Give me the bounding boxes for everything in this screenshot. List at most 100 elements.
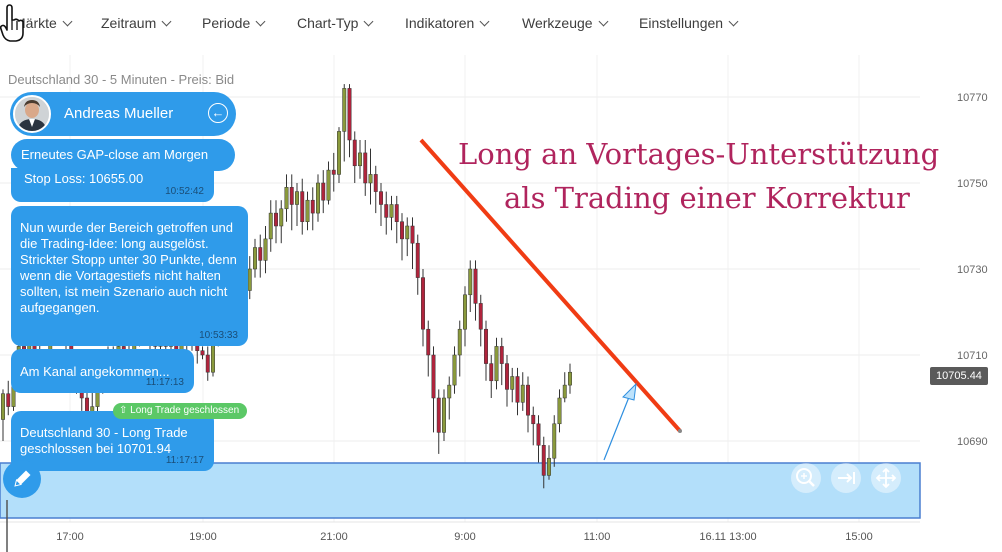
candle-body xyxy=(536,423,541,446)
chevron-down-icon xyxy=(161,16,172,27)
candle-body xyxy=(494,346,499,382)
candle-body xyxy=(253,247,257,270)
candle-body xyxy=(295,191,299,205)
candle-body xyxy=(410,225,415,244)
zoom-in-button[interactable] xyxy=(791,463,821,493)
menu-werkzeuge[interactable]: Werkzeuge xyxy=(522,15,609,31)
candle-body xyxy=(515,376,520,403)
chat-user-header[interactable]: Andreas Mueller ← xyxy=(10,92,236,136)
candle-body xyxy=(358,152,362,167)
candle-body xyxy=(279,208,284,227)
candle-body xyxy=(568,371,572,386)
menu-periode-label: Periode xyxy=(202,15,251,31)
menu-chart-typ[interactable]: Chart-Typ xyxy=(297,15,374,31)
chart-annotation: Long an Vortages-Unterstützung als Tradi… xyxy=(458,132,998,220)
candle-body xyxy=(415,242,420,278)
edit-button[interactable] xyxy=(3,460,41,498)
candle-body xyxy=(478,303,483,330)
candle-body xyxy=(305,199,310,222)
trendline-end-handle[interactable] xyxy=(678,429,682,433)
candle-body xyxy=(531,414,536,425)
candle-body xyxy=(442,397,446,433)
time-tick-label: 19:00 xyxy=(189,531,217,543)
candle-body xyxy=(263,238,268,261)
time-axis: 17:00 19:00 21:00 9:00 11:00 16.11 13:00 15:00 xyxy=(56,531,873,543)
arrow-right-end-icon xyxy=(838,472,855,484)
chevron-down-icon xyxy=(255,16,266,27)
candle-body xyxy=(331,169,336,175)
annotation-line-2: als Trading einer Korrektur xyxy=(504,181,910,215)
candle-body xyxy=(337,131,341,175)
candle-body xyxy=(211,341,215,373)
menu-zeitraum[interactable]: Zeitraum xyxy=(101,15,172,31)
candle-body xyxy=(541,445,546,476)
move-icon xyxy=(875,467,897,489)
pencil-icon xyxy=(14,470,31,487)
candle-body xyxy=(326,169,331,201)
time-tick-label: 16.11 13:00 xyxy=(699,531,756,543)
menu-bar: Märkte Zeitraum Periode Chart-Typ Indika… xyxy=(0,0,1002,48)
candle-body xyxy=(457,328,462,356)
candle-body xyxy=(373,174,378,192)
menu-indikatoren[interactable]: Indikatoren xyxy=(405,15,490,31)
scroll-to-end-button[interactable] xyxy=(831,463,861,493)
chat-message: Nun wurde der Bereich getroffen und die … xyxy=(11,206,248,346)
candle-body xyxy=(526,384,530,416)
menu-periode[interactable]: Periode xyxy=(202,15,266,31)
chevron-down-icon xyxy=(598,16,609,27)
chat-message: Erneutes GAP-close am Morgen xyxy=(11,139,235,171)
long-entry-arrowhead xyxy=(622,382,637,401)
avatar xyxy=(13,95,51,133)
time-tick-label: 17:00 xyxy=(56,531,84,543)
candle-body xyxy=(6,393,11,407)
candle-body xyxy=(468,268,473,296)
hand-cursor-icon xyxy=(0,4,26,49)
candle-body xyxy=(284,187,289,210)
candle-body xyxy=(557,397,562,425)
candle-body xyxy=(352,139,357,167)
candle-body xyxy=(473,268,478,304)
candle-body xyxy=(205,354,210,373)
long-entry-arrow xyxy=(603,391,632,461)
candle-body xyxy=(463,294,467,330)
candle-body xyxy=(321,182,326,201)
menu-einstellungen[interactable]: Einstellungen xyxy=(639,15,739,31)
chat-message-time: 11:17:17 xyxy=(165,455,204,466)
candle-body xyxy=(547,457,551,476)
back-arrow-icon[interactable]: ← xyxy=(208,103,228,123)
candle-body xyxy=(1,393,5,420)
chevron-down-icon xyxy=(364,16,374,27)
chat-message: Deutschland 30 - Long Trade geschlossen … xyxy=(11,411,214,471)
candle-body xyxy=(520,384,525,403)
menu-chart-typ-label: Chart-Typ xyxy=(297,15,359,31)
time-tick-label: 9:00 xyxy=(454,531,475,543)
chat-message-text: Stop Loss: 10655.00 xyxy=(24,171,144,186)
menu-werkzeuge-label: Werkzeuge xyxy=(522,15,593,31)
price-tick-label: 10690 xyxy=(957,436,988,448)
candle-body xyxy=(342,88,347,132)
support-zone xyxy=(0,462,921,519)
candle-body xyxy=(310,199,315,214)
status-badge: ⇧ Long Trade geschlossen xyxy=(113,403,248,419)
candle-body xyxy=(421,277,425,330)
chat-message-text: Erneutes GAP-close am Morgen xyxy=(21,147,209,162)
chart-title: Deutschland 30 - 5 Minuten - Preis: Bid xyxy=(8,72,235,87)
chevron-down-icon xyxy=(479,16,490,27)
chat-message: Am Kanal angekommen... 11:17:13 xyxy=(11,349,194,393)
candle-body xyxy=(274,212,278,227)
candle-body xyxy=(384,204,389,218)
candle-body xyxy=(505,363,509,390)
menu-einstellungen-label: Einstellungen xyxy=(639,15,724,31)
time-tick-label: 15:00 xyxy=(845,531,873,543)
time-tick-label: 21:00 xyxy=(320,531,348,543)
chat-message: Stop Loss: 10655.00 10:52:42 xyxy=(11,168,214,202)
candle-body xyxy=(431,354,436,399)
candle-body xyxy=(300,191,305,222)
pan-button[interactable] xyxy=(871,463,901,493)
candle-body xyxy=(200,350,205,356)
current-price-label: 10705.44 xyxy=(930,367,988,385)
candle-body xyxy=(447,384,452,399)
candle-body xyxy=(452,354,457,386)
candle-body xyxy=(484,328,488,364)
candle-body xyxy=(489,363,494,382)
